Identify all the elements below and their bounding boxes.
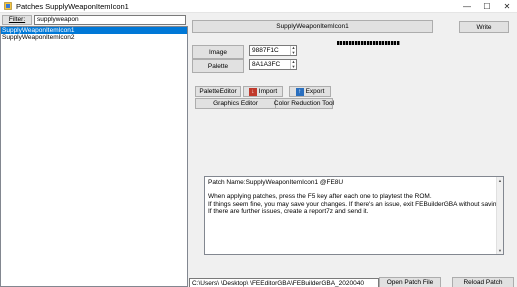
minimize-button[interactable]: — [457, 0, 477, 13]
patch-detail-pane: SupplyWeaponItemIcon1 Write Image 9887F1… [189, 14, 517, 287]
left-pane: Filter: supplyweapon SupplyWeaponItemIco… [0, 14, 188, 287]
image-address-field[interactable]: 9887F1C ▲ ▼ [249, 45, 297, 56]
close-button[interactable]: ✕ [497, 0, 517, 13]
palette-address-value: 8A1A3FC [252, 61, 281, 68]
title-bar: Patches SupplyWeaponItemIcon1 — ☐ ✕ [0, 0, 517, 13]
reload-patch-button[interactable]: Reload Patch [452, 277, 514, 287]
filter-input[interactable]: supplyweapon [34, 15, 186, 25]
palette-button[interactable]: Palette [192, 59, 244, 73]
patch-info-textbox[interactable]: Patch Name:SupplyWeaponItemIcon1 @FE8U W… [204, 176, 504, 255]
graphics-editor-button[interactable]: Graphics Editor [195, 98, 276, 109]
image-address-spinner[interactable]: ▲ ▼ [290, 46, 296, 55]
window-title: Patches SupplyWeaponItemIcon1 [16, 1, 129, 11]
window-controls: — ☐ ✕ [457, 0, 517, 13]
export-icon: ↑ [295, 87, 304, 96]
info-line [208, 186, 500, 193]
write-button[interactable]: Write [459, 21, 509, 33]
info-line: When applying patches, press the F5 key … [208, 193, 432, 201]
palette-address-field[interactable]: 8A1A3FC ▲ ▼ [249, 59, 297, 70]
info-line: If there are further issues, create a re… [208, 207, 369, 215]
image-address-value: 9887F1C [252, 47, 279, 54]
export-button[interactable]: ↑ Export [289, 86, 331, 97]
image-button[interactable]: Image [192, 45, 244, 59]
filter-button[interactable]: Filter: [2, 15, 32, 25]
list-item[interactable]: SupplyWeaponItemIcon1 [1, 27, 187, 34]
info-line: Patch Name:SupplyWeaponItemIcon1 @FE8U [208, 179, 344, 186]
list-item[interactable]: SupplyWeaponItemIcon2 [1, 34, 187, 41]
patch-path-field[interactable]: C:\Users\ \Desktop\ \FEEditorGBA\FEBuild… [189, 278, 379, 287]
import-label: Import [258, 88, 278, 95]
open-patch-file-button[interactable]: Open Patch File [379, 277, 441, 287]
patch-name-button[interactable]: SupplyWeaponItemIcon1 [192, 20, 433, 33]
export-label: Export [305, 88, 325, 95]
patch-list[interactable]: SupplyWeaponItemIcon1 SupplyWeaponItemIc… [0, 26, 188, 287]
icon-preview-strip [337, 41, 400, 45]
import-icon: ↓ [248, 87, 257, 96]
import-button[interactable]: ↓ Import [243, 86, 283, 97]
app-icon [4, 2, 12, 10]
palette-address-spinner[interactable]: ▲ ▼ [290, 60, 296, 69]
color-reduction-tool-button[interactable]: Color Reduction Tool [274, 98, 334, 109]
palette-editor-button[interactable]: PaletteEditor [195, 86, 241, 97]
info-scrollbar[interactable]: ▲ ▼ [496, 177, 503, 254]
info-line: If things seem fine, you may save your c… [208, 200, 502, 208]
maximize-button[interactable]: ☐ [477, 0, 497, 13]
